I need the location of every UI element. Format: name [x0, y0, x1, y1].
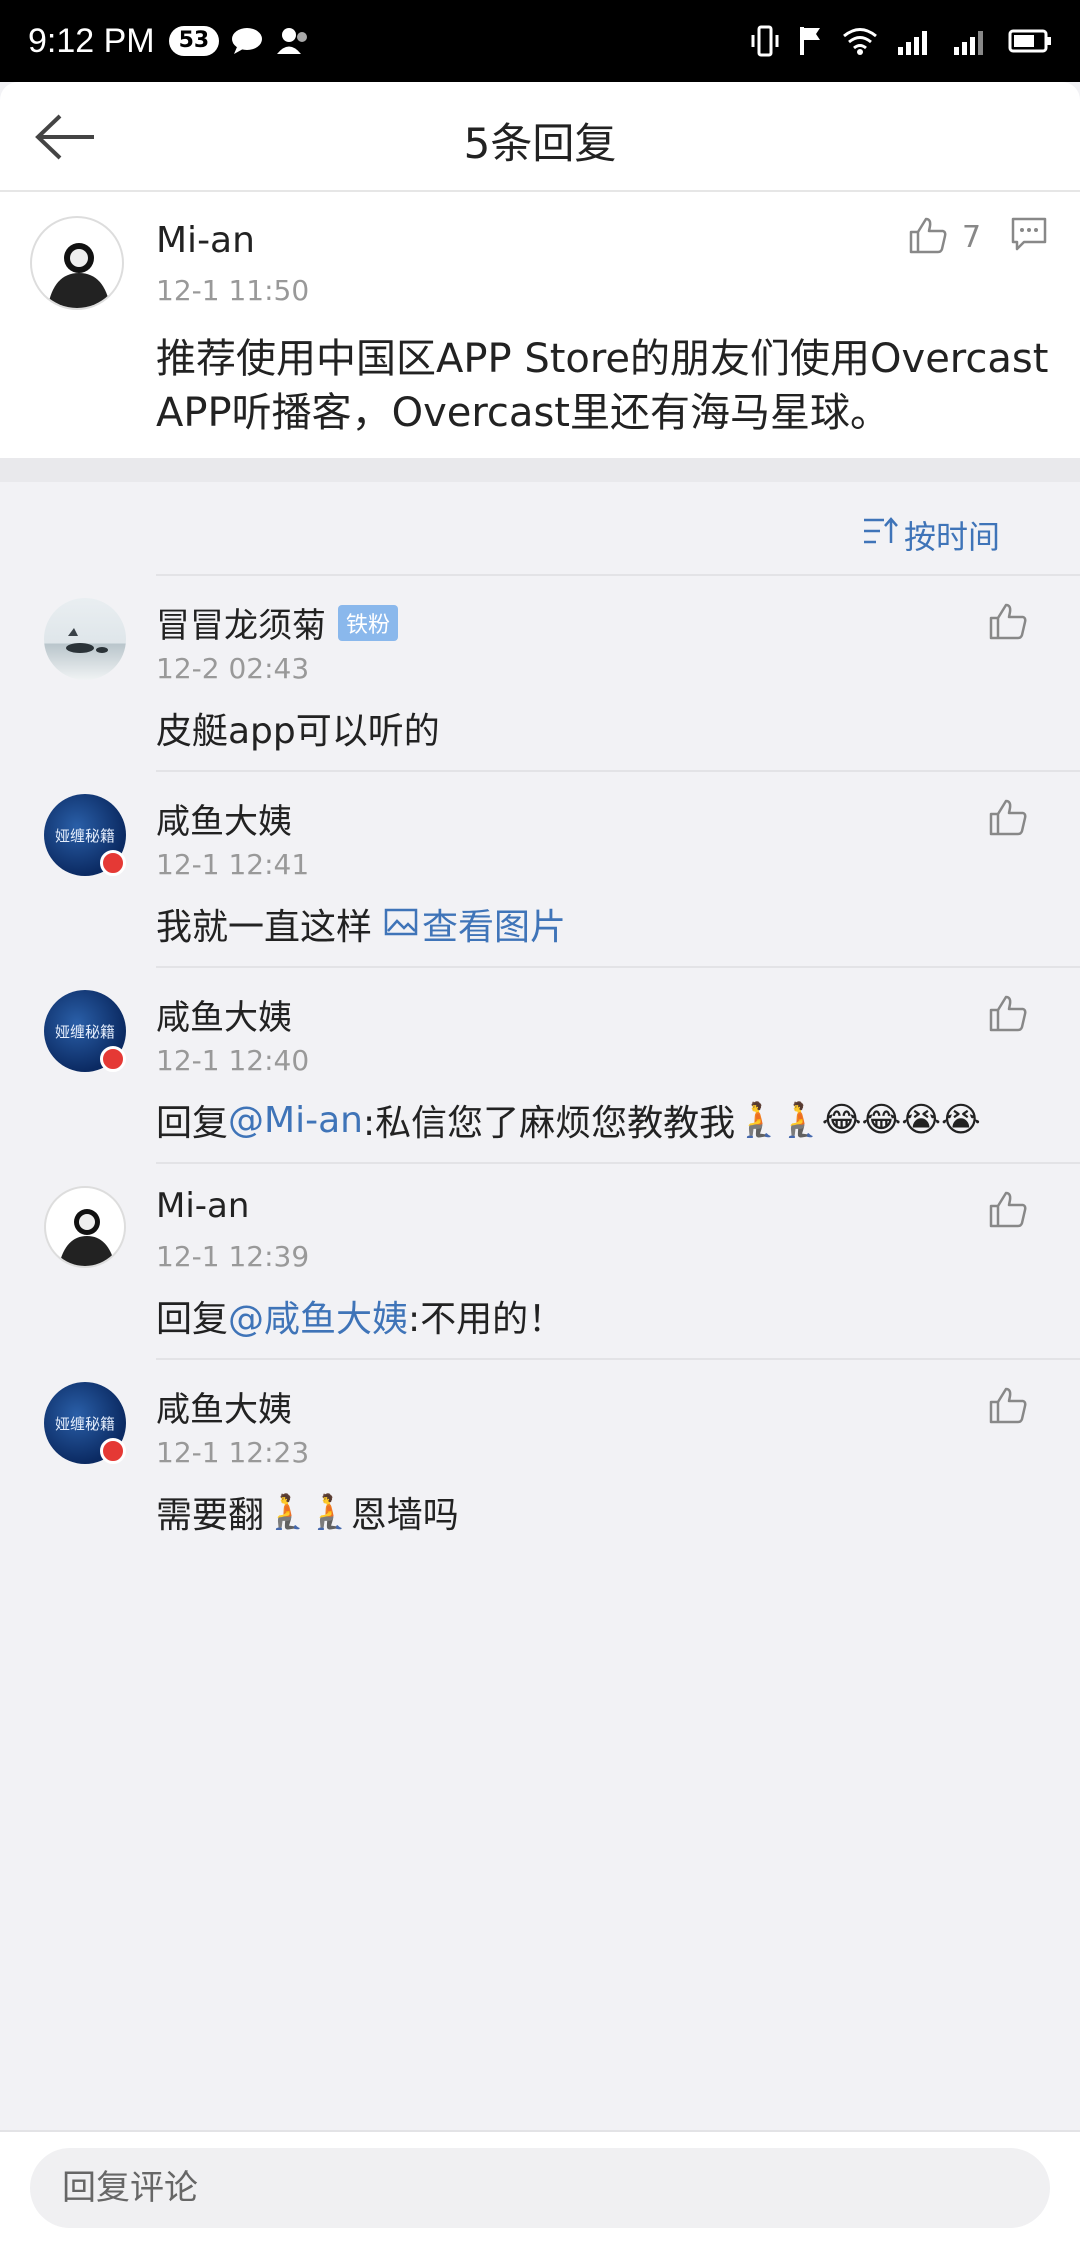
image-icon [384, 904, 418, 945]
reply-time: 12-1 12:41 [156, 848, 310, 881]
avatar[interactable] [44, 1186, 126, 1268]
thumbs-up-icon [988, 1387, 1028, 1428]
user-name[interactable]: Mi-an [156, 1186, 249, 1226]
flag-icon [798, 25, 824, 57]
avatar-label: 娅缠秘籍 [54, 1414, 115, 1433]
sort-row: 按时间 [0, 482, 1080, 576]
emoji-group: 🧎🧎😂😂😭😭 [737, 1100, 981, 1140]
status-time: 9:12 PM [28, 21, 155, 60]
view-image-link[interactable]: 查看图片 [384, 898, 566, 950]
reply-text: 回复 @咸鱼大姨:不用的！ [156, 1290, 564, 1342]
reply-text-body: 需要翻 [156, 1495, 265, 1536]
avatar[interactable] [44, 598, 126, 680]
reply-text-body: 我就一直这样 [156, 907, 373, 948]
status-bar: 9:12 PM 53 [0, 0, 1080, 82]
reply-text-body: :不用的！ [408, 1299, 565, 1340]
reply-text: 回复 @Mi-an:私信您了麻烦您教教我 🧎🧎😂😂😭😭 [156, 1094, 981, 1146]
reply-time: 12-2 02:43 [156, 652, 310, 685]
user-name-text: 冒冒龙须菊 [156, 606, 326, 646]
reply-text-body: 皮艇app可以听的 [156, 711, 440, 752]
list-item: 冒冒龙须菊 铁粉 12-2 02:43 皮艇app可以听的 [0, 576, 1080, 772]
verified-badge-icon [100, 850, 126, 876]
like-button[interactable] [988, 602, 1028, 644]
like-button[interactable]: 7 [908, 216, 981, 258]
thumbs-up-icon [988, 603, 1028, 644]
avatar[interactable] [30, 216, 124, 310]
signal-roaming-icon [952, 27, 990, 55]
reply-text: 需要翻 🧎🧎 恩墙吗 [156, 1486, 459, 1538]
nav-bar: 5条回复 [0, 82, 1080, 192]
reply-time: 12-1 12:39 [156, 1240, 310, 1273]
comment-text: 推荐使用中国区APP Store的朋友们使用Overcast APP听播客，Ov… [156, 336, 1049, 436]
wifi-icon [842, 27, 878, 55]
list-item: Mi-an 12-1 12:39 回复 @咸鱼大姨:不用的！ [0, 1164, 1080, 1360]
root-comment: Mi-an 12-1 11:50 推荐使用中国区APP Store的朋友们使用O… [0, 192, 1080, 458]
user-name[interactable]: 咸鱼大姨 [156, 1382, 292, 1431]
thumbs-up-icon [988, 1191, 1028, 1232]
vibrate-icon [750, 25, 780, 57]
like-button[interactable] [988, 798, 1028, 840]
verified-badge-icon [100, 1046, 126, 1072]
user-name-text: 咸鱼大姨 [156, 1390, 292, 1430]
user-name-text: 咸鱼大姨 [156, 802, 292, 842]
verified-badge-icon [100, 1438, 126, 1464]
comment-time: 12-1 11:50 [156, 274, 310, 307]
comment-button[interactable] [1010, 216, 1048, 256]
section-divider [0, 458, 1080, 482]
sort-icon [862, 516, 898, 554]
like-button[interactable] [988, 1190, 1028, 1232]
user-name[interactable]: Mi-an [156, 220, 255, 261]
reply-time: 12-1 12:40 [156, 1044, 310, 1077]
page-title: 5条回复 [463, 119, 617, 168]
reply-time: 12-1 12:23 [156, 1436, 310, 1469]
avatar-label: 娅缠秘籍 [54, 1022, 115, 1041]
reply-prefix: 回复 [156, 1103, 229, 1144]
avatar-label: 娅缠秘籍 [54, 826, 115, 845]
comment-icon [1010, 217, 1048, 256]
like-button[interactable] [988, 1386, 1028, 1428]
reply-input[interactable] [30, 2148, 1050, 2228]
bottom-bar [0, 2130, 1080, 2242]
thumbs-up-icon [988, 995, 1028, 1036]
like-count: 7 [962, 219, 982, 255]
mention-link[interactable]: @Mi-an [228, 1100, 363, 1141]
reply-text: 皮艇app可以听的 [156, 702, 440, 754]
reply-text-body-end: 恩墙吗 [350, 1495, 459, 1536]
fan-badge: 铁粉 [338, 604, 399, 641]
chat-bubble-icon [231, 27, 263, 55]
battery-icon [1008, 28, 1052, 54]
view-image-label: 查看图片 [422, 907, 567, 948]
thumbs-up-icon [908, 216, 948, 258]
reply-text-body: :私信您了麻烦您教教我 [362, 1103, 736, 1144]
sort-label: 按时间 [903, 518, 1000, 556]
list-item: 娅缠秘籍 咸鱼大姨 12-1 12:40 回复 @Mi-an:私信您了麻烦您教教我… [0, 968, 1080, 1164]
list-item: 娅缠秘籍 咸鱼大姨 12-1 12:41 我就一直这样 查看图片 [0, 772, 1080, 968]
like-button[interactable] [988, 994, 1028, 1036]
reply-text: 我就一直这样 查看图片 [156, 898, 566, 950]
user-name[interactable]: 冒冒龙须菊 铁粉 [156, 598, 399, 647]
user-name[interactable]: 咸鱼大姨 [156, 794, 292, 843]
mention-link[interactable]: @咸鱼大姨 [228, 1290, 408, 1342]
emoji-group: 🧎🧎 [266, 1492, 351, 1532]
contacts-icon [277, 27, 311, 55]
sort-button[interactable]: 按时间 [862, 512, 1000, 558]
user-name-text: 咸鱼大姨 [156, 998, 292, 1038]
notification-count-badge: 53 [168, 26, 220, 56]
list-item: 娅缠秘籍 咸鱼大姨 12-1 12:23 需要翻 🧎🧎 恩墙吗 [0, 1360, 1080, 1556]
signal-icon [896, 27, 934, 55]
reply-prefix: 回复 [156, 1299, 229, 1340]
user-name[interactable]: 咸鱼大姨 [156, 990, 292, 1039]
user-name-text: Mi-an [156, 1186, 250, 1226]
thumbs-up-icon [988, 799, 1028, 840]
